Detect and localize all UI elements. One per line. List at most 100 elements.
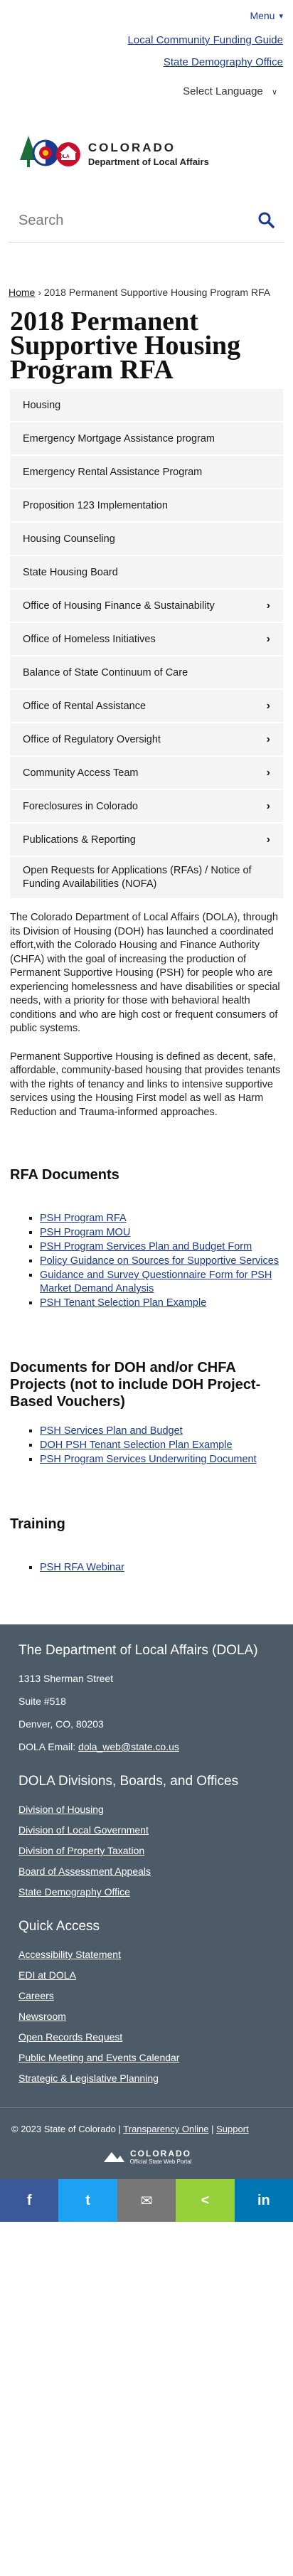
nav-item-label: Office of Regulatory Oversight [23,733,161,745]
nav-item[interactable]: Proposition 123 Implementation [10,489,283,523]
divisions-links: Division of Housing Division of Local Gov… [18,1804,275,1898]
quick-access-heading: Quick Access [18,1919,100,1934]
section-nav: Housing Emergency Mortgage Assistance pro… [10,389,283,900]
breadcrumb-current: 2018 Permanent Supportive Housing Progra… [43,287,271,298]
chevron-down-icon: ▾ [279,11,283,21]
chevron-down-icon: ∨ [271,88,277,97]
division-link[interactable]: Board of Assessment Appeals [18,1866,275,1877]
training-link[interactable]: PSH RFA Webinar [40,1562,124,1573]
nav-item-label: Housing [23,399,61,411]
nav-item[interactable]: Office of Rental Assistance › [10,690,283,723]
footer-email-link[interactable]: dola_web@state.co.us [78,1741,179,1752]
intro-paragraph: The Colorado Department of Local Affairs… [10,912,280,1034]
nav-item[interactable]: State Housing Board [10,556,283,590]
rfa-document-link[interactable]: PSH Program MOU [40,1227,130,1238]
nav-item[interactable]: Housing Counseling [10,523,283,556]
email-icon[interactable]: ✉ [117,2179,176,2222]
nav-item[interactable]: Foreclosures in Colorado › [10,790,283,824]
chevron-right-icon[interactable]: › [267,700,270,713]
nav-item-label: Community Access Team [23,767,139,779]
rfa-document-link[interactable]: PSH Tenant Selection Plan Example [40,1297,206,1309]
chevron-right-icon[interactable]: › [267,633,270,646]
doh-document-link[interactable]: PSH Services Plan and Budget [40,1425,183,1437]
search-bar [9,200,284,243]
site-logo[interactable]: DOLA COLORADO Department of Local Affair… [0,97,293,176]
nav-item[interactable]: Office of Regulatory Oversight › [10,723,283,757]
doh-documents-list: PSH Services Plan and Budget DOH PSH Tena… [0,1410,293,1467]
nav-item[interactable]: Office of Homeless Initiatives › [10,623,283,656]
search-input[interactable] [18,213,232,229]
nav-item[interactable]: Open Requests for Applications (RFAs) / … [10,857,283,900]
quick-access-link[interactable]: Newsroom [18,2011,275,2022]
site-footer: The Department of Local Affairs (DOLA) 1… [0,1624,293,2107]
nav-item[interactable]: Housing [10,389,283,422]
facebook-icon[interactable]: f [0,2179,59,2222]
doh-documents-heading: Documents for DOH and/or CHFA Projects (… [10,1360,261,1410]
share-icon[interactable]: < [176,2179,235,2222]
footer-address-line: Suite #518 [18,1696,66,1707]
quick-access-link[interactable]: EDI at DOLA [18,1969,275,1981]
list-item: PSH Program MOU [40,1226,283,1240]
quick-access-links: Accessibility Statement EDI at DOLA Career… [18,1949,275,2084]
rfa-document-link[interactable]: PSH Program Services Plan and Budget For… [40,1241,252,1252]
footer-email-row: DOLA Email: dola_web@state.co.us [18,1741,275,1752]
rfa-document-link[interactable]: Guidance and Survey Questionnaire Form f… [40,1270,272,1294]
rfa-documents-list: PSH Program RFA PSH Program MOU PSH Progra… [0,1183,293,1310]
page-title: 2018 Permanent Supportive Housing Progra… [10,307,241,385]
menu-button[interactable]: Menu ▾ [250,7,283,24]
doh-document-link[interactable]: DOH PSH Tenant Selection Plan Example [40,1439,233,1451]
list-item: DOH PSH Tenant Selection Plan Example [40,1439,283,1452]
rfa-document-link[interactable]: PSH Program RFA [40,1213,127,1224]
doh-document-link[interactable]: PSH Program Services Underwriting Docume… [40,1454,257,1465]
list-item: PSH Services Plan and Budget [40,1425,283,1438]
footer-address-line: Denver, CO, 80203 [18,1718,104,1730]
intro-text: The Colorado Department of Local Affairs… [0,900,293,1119]
chevron-right-icon[interactable]: › [267,600,270,612]
list-item: PSH Program RFA [40,1212,283,1225]
division-link[interactable]: Division of Property Taxation [18,1845,275,1856]
nav-item[interactable]: Emergency Rental Assistance Program [10,456,283,489]
linkedin-icon[interactable]: in [234,2179,293,2222]
division-link[interactable]: Division of Housing [18,1804,275,1815]
chevron-right-icon[interactable]: › [267,767,270,779]
quick-access-link[interactable]: Public Meeting and Events Calendar [18,2052,275,2063]
twitter-icon[interactable]: t [58,2179,117,2222]
link-state-demography-office[interactable]: State Demography Office [0,46,293,68]
nav-item-label: Balance of State Continuum of Care [23,666,188,678]
quick-access-link[interactable]: Strategic & Legislative Planning [18,2072,275,2084]
rfa-document-link[interactable]: Policy Guidance on Sources for Supportiv… [40,1255,279,1267]
nav-item[interactable]: Publications & Reporting › [10,824,283,857]
quick-access-link[interactable]: Careers [18,1990,275,2001]
language-select[interactable]: Select Language ∨ [0,68,293,97]
breadcrumb-home[interactable]: Home [9,287,35,298]
division-link[interactable]: State Demography Office [18,1886,275,1898]
division-link[interactable]: Division of Local Government [18,1824,275,1836]
official-line-1: COLORADO [129,2149,191,2159]
official-portal-logo[interactable]: COLORADO Official State Web Portal [11,2134,282,2172]
quick-access-link[interactable]: Accessibility Statement [18,1949,275,1960]
nav-item[interactable]: Office of Housing Finance & Sustainabili… [10,590,283,623]
nav-item[interactable]: Emergency Mortgage Assistance program [10,422,283,456]
footer-org-name: The Department of Local Affairs (DOLA) [18,1643,258,1658]
nav-item-label: Office of Rental Assistance [23,700,146,712]
sub-footer-links: © 2023 State of Colorado | Transparency … [11,2124,249,2134]
chevron-right-icon[interactable]: › [267,733,270,746]
logo-badge: DOLA [55,154,70,159]
transparency-online-link[interactable]: Transparency Online [123,2124,208,2134]
support-link[interactable]: Support [216,2124,249,2134]
colorado-c-icon [103,2151,124,2162]
nav-item-label: Emergency Mortgage Assistance program [23,432,215,445]
link-local-community-funding-guide[interactable]: Local Community Funding Guide [0,24,293,46]
chevron-right-icon[interactable]: › [267,800,270,813]
nav-item[interactable]: Balance of State Continuum of Care [10,656,283,690]
breadcrumb-separator: › [38,287,41,298]
nav-item-label: Publications & Reporting [23,834,136,846]
rfa-documents-heading: RFA Documents [10,1167,119,1183]
nav-item[interactable]: Community Access Team › [10,757,283,790]
training-heading: Training [10,1516,65,1532]
search-icon[interactable] [257,211,275,230]
quick-access-link[interactable]: Open Records Request [18,2031,275,2043]
sub-footer: © 2023 State of Colorado | Transparency … [0,2107,293,2179]
chevron-right-icon[interactable]: › [267,834,270,846]
list-item: PSH Program Services Plan and Budget For… [40,1240,283,1254]
